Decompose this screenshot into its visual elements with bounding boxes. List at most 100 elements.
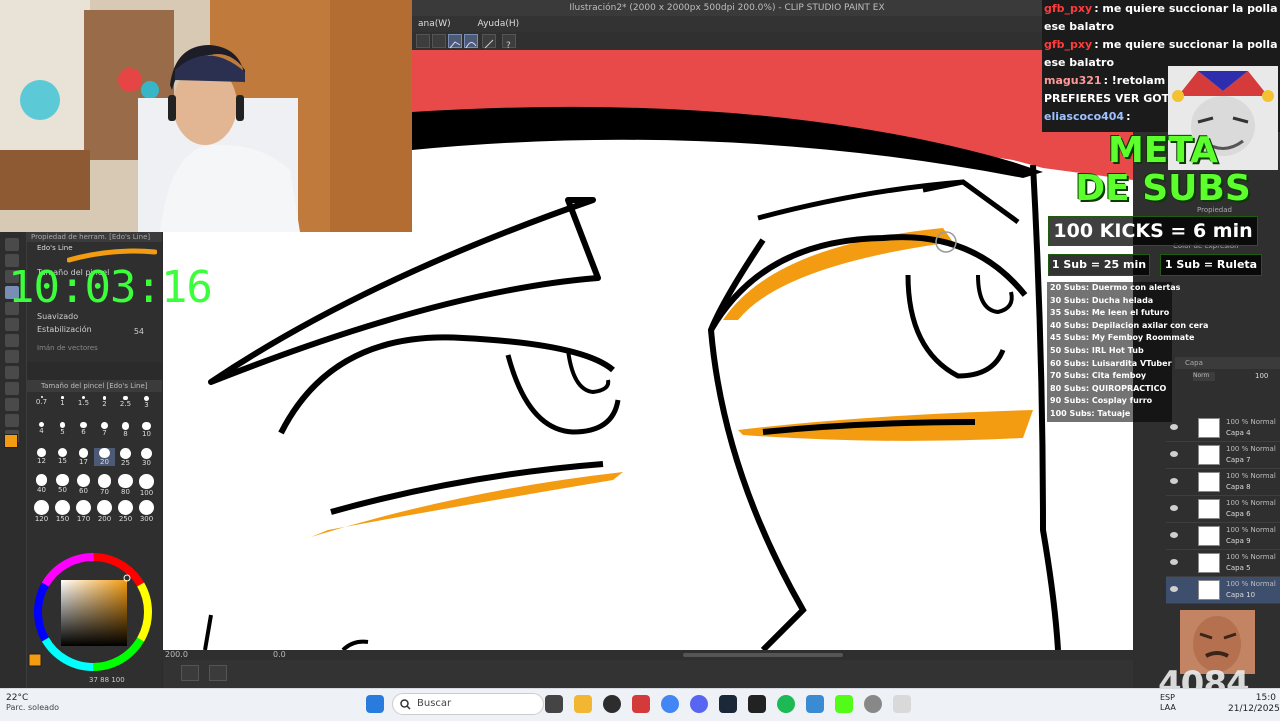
help-icon[interactable]: ? xyxy=(502,34,516,51)
brush-size-option[interactable]: 2 xyxy=(94,396,115,408)
brush-size-option[interactable]: 1 xyxy=(52,396,73,407)
rotation-value[interactable]: 0.0 xyxy=(273,650,286,660)
layer-row[interactable]: 100 % Normal Capa 4 xyxy=(1166,415,1280,442)
brush-size-option[interactable]: 60 xyxy=(73,474,94,495)
figure-tool-icon[interactable] xyxy=(5,382,19,395)
brush-size-option[interactable]: 70 xyxy=(94,474,115,496)
brush-size-option[interactable]: 12 xyxy=(31,448,52,465)
eye-icon[interactable] xyxy=(1170,451,1178,457)
main-color-swatch[interactable] xyxy=(4,434,18,448)
layer-panel-header: Capa xyxy=(1175,357,1280,369)
spotify-icon[interactable] xyxy=(777,695,795,713)
eye-icon[interactable] xyxy=(1170,586,1178,592)
brush-size-label: 1 xyxy=(60,398,65,407)
brush-size-option[interactable]: 150 xyxy=(52,500,73,523)
sub-rule-time: 1 Sub = 25 min xyxy=(1048,254,1150,276)
eraser-tool-icon[interactable] xyxy=(5,334,19,347)
layer-row[interactable]: 100 % Normal Capa 8 xyxy=(1166,469,1280,496)
gradient-tool-icon[interactable] xyxy=(5,366,19,379)
brush-size-option[interactable]: 300 xyxy=(136,500,157,523)
app-icon[interactable] xyxy=(632,695,650,713)
app-icon-3[interactable] xyxy=(864,695,882,713)
brush-size-option[interactable]: 40 xyxy=(31,474,52,494)
brush-size-option[interactable]: 80 xyxy=(115,474,136,496)
brush-tool-icon[interactable] xyxy=(5,318,19,331)
brush-size-label: 0.7 xyxy=(35,398,48,406)
brush-size-label: 2 xyxy=(102,399,107,408)
brush-size-option[interactable]: 7 xyxy=(94,422,115,437)
layer-row[interactable]: 100 % Normal Capa 7 xyxy=(1166,442,1280,469)
layer-row[interactable]: 100 % Normal Capa 5 xyxy=(1166,550,1280,577)
windows-start-icon[interactable] xyxy=(366,695,384,713)
text-tool-icon[interactable] xyxy=(5,398,19,411)
obs-icon[interactable] xyxy=(603,695,621,713)
brush-size-option[interactable]: 30 xyxy=(136,448,157,467)
kick-icon[interactable] xyxy=(835,695,853,713)
zoom-value[interactable]: 200.0 xyxy=(165,650,188,660)
file-explorer-icon[interactable] xyxy=(574,695,592,713)
layer-row[interactable]: 100 % Normal Capa 6 xyxy=(1166,496,1280,523)
brush-size-option[interactable]: 2.5 xyxy=(115,396,136,408)
stabilizer-icon[interactable] xyxy=(448,34,462,49)
brush-size-dot xyxy=(55,500,70,515)
brush-size-option[interactable]: 10 xyxy=(136,422,157,438)
stabilizer-icon[interactable] xyxy=(464,34,478,49)
layer-row[interactable]: 100 % Normal Capa 10 xyxy=(1166,577,1280,604)
fit-view-icon[interactable] xyxy=(209,665,227,681)
brush-size-option[interactable]: 120 xyxy=(31,500,52,523)
zoom-tool-icon[interactable] xyxy=(5,238,19,251)
brush-size-option[interactable]: 0.7 xyxy=(31,396,52,406)
system-clock[interactable]: 15:0 21/12/2025 xyxy=(1228,693,1280,715)
fill-tool-icon[interactable] xyxy=(5,350,19,363)
navigator-icon[interactable] xyxy=(181,665,199,681)
taskbar-search[interactable]: Buscar xyxy=(392,693,544,715)
stabilization-value[interactable]: 54 xyxy=(134,327,144,336)
brush-size-option[interactable]: 8 xyxy=(115,422,136,438)
brush-size-option[interactable]: 15 xyxy=(52,448,73,465)
notes-icon[interactable] xyxy=(806,695,824,713)
blend-mode-select[interactable]: Norm xyxy=(1193,372,1215,381)
layer-thumbnail xyxy=(1198,526,1220,546)
layer-row[interactable]: 100 % Normal Capa 9 xyxy=(1166,523,1280,550)
brush-size-option[interactable]: 20 xyxy=(94,448,115,467)
discord-icon[interactable] xyxy=(690,695,708,713)
brush-size-option[interactable]: 100 xyxy=(136,474,157,497)
input-language[interactable]: ESP LAA xyxy=(1160,693,1176,713)
brush-size-option[interactable]: 5 xyxy=(52,422,73,436)
eye-icon[interactable] xyxy=(1170,478,1178,484)
opacity-value[interactable]: 100 xyxy=(1255,372,1268,380)
clip-studio-icon[interactable] xyxy=(893,695,911,713)
menu-help[interactable]: Ayuda(H) xyxy=(478,19,520,29)
brush-size-option[interactable]: 4 xyxy=(31,422,52,435)
chrome-icon[interactable] xyxy=(661,695,679,713)
eye-icon[interactable] xyxy=(1170,505,1178,511)
toolbar-button[interactable] xyxy=(416,34,430,48)
layer-mode: 100 % Normal xyxy=(1226,553,1276,561)
layer-mode: 100 % Normal xyxy=(1226,472,1276,480)
eye-icon[interactable] xyxy=(1170,532,1178,538)
brush-size-option[interactable]: 25 xyxy=(115,448,136,467)
brush-size-option[interactable]: 6 xyxy=(73,422,94,436)
weather-widget[interactable]: 22°C Parc. soleado xyxy=(6,693,59,712)
brush-size-option[interactable]: 250 xyxy=(115,500,136,523)
toolbar-button[interactable] xyxy=(432,34,446,48)
eye-icon[interactable] xyxy=(1170,559,1178,565)
sub-goal-item: 30 Subs: Ducha helada xyxy=(1050,295,1154,305)
eye-icon[interactable] xyxy=(1170,424,1178,430)
brush-size-option[interactable]: 200 xyxy=(94,500,115,523)
menu-window[interactable]: ana(W) xyxy=(418,19,451,29)
steam-icon[interactable] xyxy=(719,695,737,713)
color-wheel-panel: 37 88 100 xyxy=(27,538,162,688)
brush-size-option[interactable]: 170 xyxy=(73,500,94,523)
brush-size-label: 25 xyxy=(121,458,130,467)
brush-size-option[interactable]: 3 xyxy=(136,396,157,409)
task-view-icon[interactable] xyxy=(545,695,563,713)
pen-icon[interactable] xyxy=(482,34,496,49)
brush-size-option[interactable]: 50 xyxy=(52,474,73,494)
layer-name: Capa 10 xyxy=(1226,591,1256,599)
horizontal-scrollbar[interactable] xyxy=(683,653,843,657)
app-icon-2[interactable] xyxy=(748,695,766,713)
brush-size-option[interactable]: 1.5 xyxy=(73,396,94,407)
brush-size-option[interactable]: 17 xyxy=(73,448,94,466)
lasso-tool-icon[interactable] xyxy=(5,414,19,427)
